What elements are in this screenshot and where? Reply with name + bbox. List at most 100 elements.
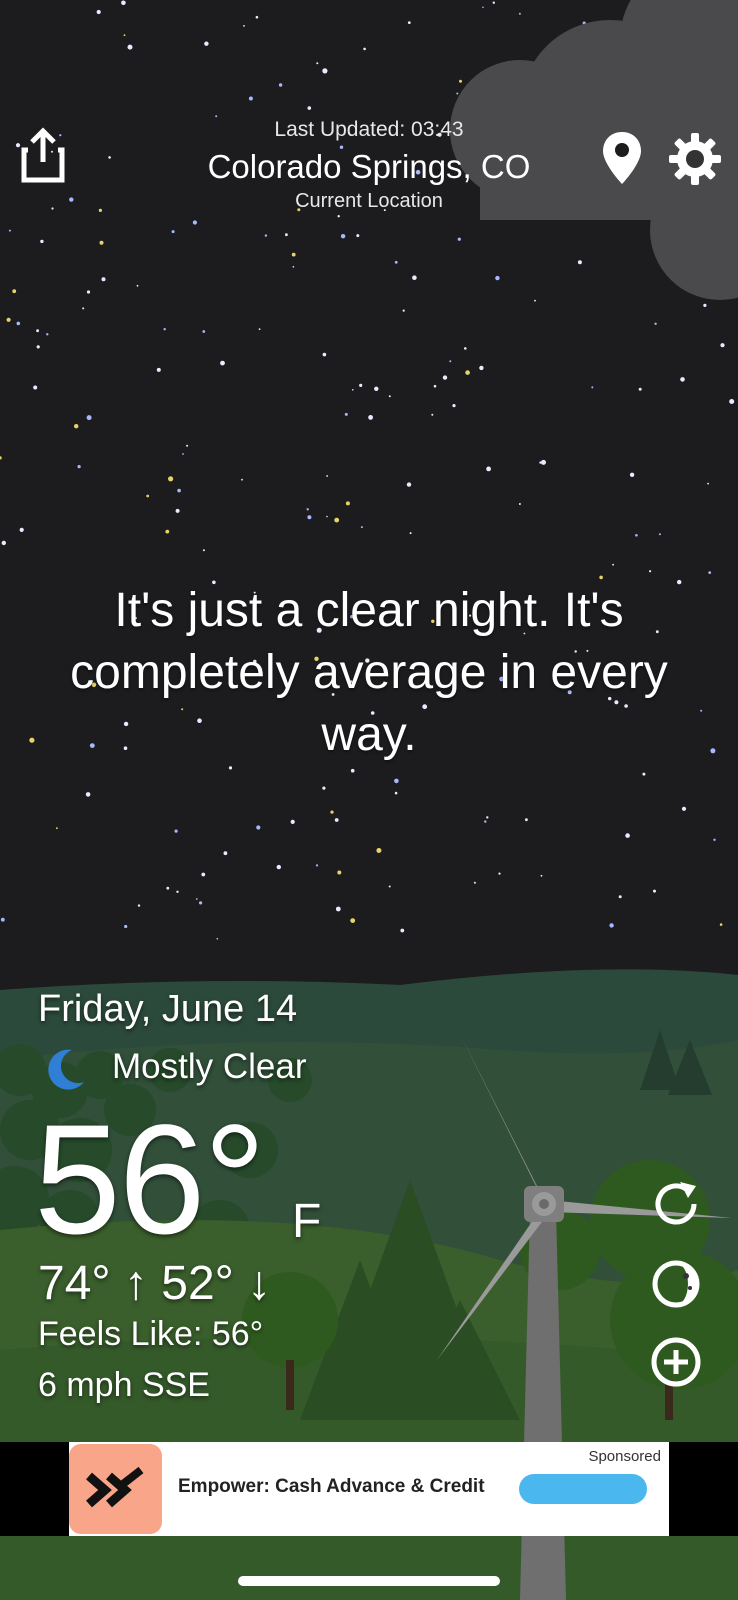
wind-label: 6 mph SSE (38, 1366, 210, 1404)
star (220, 360, 225, 366)
ad-logo (69, 1444, 162, 1534)
star (629, 472, 635, 477)
star (442, 375, 448, 380)
star (96, 9, 101, 15)
condition-label: Mostly Clear (112, 1047, 307, 1086)
star (452, 404, 456, 408)
star (577, 260, 582, 265)
star (123, 34, 126, 37)
star (243, 25, 245, 27)
star (473, 881, 476, 884)
location-pin-icon (603, 132, 641, 184)
moon-phase-button[interactable] (650, 1258, 702, 1310)
star (290, 819, 295, 825)
star (618, 895, 622, 899)
star (456, 92, 459, 95)
star (710, 748, 716, 754)
star (486, 466, 491, 472)
star (360, 526, 363, 529)
ad-title[interactable]: Empower: Cash Advance & Credit (178, 1476, 485, 1498)
star (175, 508, 180, 513)
share-button[interactable] (18, 124, 68, 184)
refresh-button[interactable] (650, 1178, 702, 1230)
star (681, 806, 687, 811)
star (12, 289, 17, 294)
star (638, 387, 642, 391)
star (171, 230, 175, 234)
star (713, 838, 716, 841)
ad-cta-button[interactable] (519, 1474, 647, 1504)
star (352, 389, 354, 391)
star (166, 886, 170, 890)
location-subtitle: Current Location (295, 190, 443, 212)
star (306, 508, 309, 511)
star (431, 413, 434, 416)
star (609, 923, 614, 928)
weather-quip: It's just a clear night. It's completely… (70, 584, 668, 761)
star (433, 384, 437, 388)
star (85, 792, 91, 797)
date-label: Friday, June 14 (38, 988, 298, 1030)
star (256, 825, 261, 830)
star (394, 778, 399, 784)
star (394, 791, 398, 795)
star (486, 816, 489, 819)
star (680, 377, 685, 382)
temperature-unit[interactable]: F (292, 1194, 321, 1249)
location-name[interactable]: Colorado Springs, CO (150, 148, 588, 186)
star (182, 453, 184, 455)
star (8, 229, 11, 232)
star (46, 333, 49, 336)
settings-button[interactable] (668, 132, 722, 186)
star (315, 864, 319, 867)
star (241, 478, 243, 481)
star (201, 872, 206, 877)
star (344, 412, 348, 416)
star (228, 766, 233, 770)
star (192, 220, 197, 225)
star (707, 482, 709, 485)
star (719, 923, 723, 926)
star (654, 322, 657, 325)
star (285, 233, 288, 237)
star (649, 570, 652, 573)
star (322, 786, 326, 790)
star (330, 810, 334, 814)
star (77, 465, 81, 469)
star (495, 275, 500, 281)
star (326, 475, 328, 477)
last-updated-label: Last Updated: 03:43 (274, 118, 464, 141)
star (124, 924, 128, 929)
home-indicator[interactable] (238, 1576, 500, 1586)
star (108, 156, 111, 159)
star (1, 540, 6, 546)
star (479, 365, 484, 371)
star (177, 488, 181, 493)
star (540, 874, 543, 877)
star (464, 347, 467, 350)
star (612, 563, 614, 566)
star (291, 252, 296, 257)
ad-banner[interactable]: Sponsored Empower: Cash Advance & Credit (69, 1442, 669, 1536)
star (465, 370, 470, 375)
star (368, 415, 373, 420)
star (449, 360, 452, 363)
star (174, 829, 178, 833)
gear-icon (669, 133, 721, 185)
star (316, 62, 319, 65)
star (146, 494, 150, 498)
star (334, 818, 339, 822)
star (216, 937, 219, 940)
star (363, 47, 366, 51)
star (337, 215, 340, 218)
moon-phase-icon (652, 1260, 700, 1308)
star (36, 329, 39, 333)
star (322, 68, 328, 74)
star (484, 820, 487, 823)
high-low-temps: 74° ↑ 52° ↓ (38, 1257, 272, 1310)
add-location-button[interactable] (650, 1336, 702, 1388)
star (121, 0, 126, 6)
star (337, 870, 342, 875)
share-icon (21, 127, 65, 183)
location-button[interactable] (600, 130, 644, 186)
